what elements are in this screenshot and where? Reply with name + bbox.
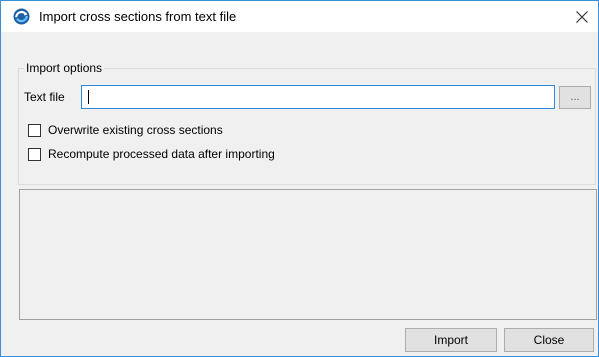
overwrite-label[interactable]: Overwrite existing cross sections xyxy=(48,123,223,138)
overwrite-checkbox[interactable] xyxy=(28,123,41,137)
overwrite-option[interactable]: Overwrite existing cross sections xyxy=(28,122,223,138)
recompute-checkbox[interactable] xyxy=(28,147,41,161)
text-file-label: Text file xyxy=(24,90,65,104)
messages-area[interactable] xyxy=(19,189,597,320)
close-button[interactable]: Close xyxy=(504,328,594,352)
refresh-cycle-icon xyxy=(13,8,30,25)
title-bar[interactable]: Import cross sections from text file xyxy=(1,1,598,32)
browse-button[interactable]: ... xyxy=(559,86,591,109)
text-file-input[interactable] xyxy=(81,85,555,109)
recompute-label[interactable]: Recompute processed data after importing xyxy=(48,147,275,162)
text-caret xyxy=(88,90,89,104)
close-window-button[interactable] xyxy=(570,5,594,29)
import-button[interactable]: Import xyxy=(405,328,497,352)
close-icon xyxy=(576,11,588,23)
window-title: Import cross sections from text file xyxy=(39,9,237,24)
import-options-legend: Import options xyxy=(24,61,105,75)
recompute-option[interactable]: Recompute processed data after importing xyxy=(28,146,275,162)
import-dialog-window: Import cross sections from text file Imp… xyxy=(0,0,599,357)
